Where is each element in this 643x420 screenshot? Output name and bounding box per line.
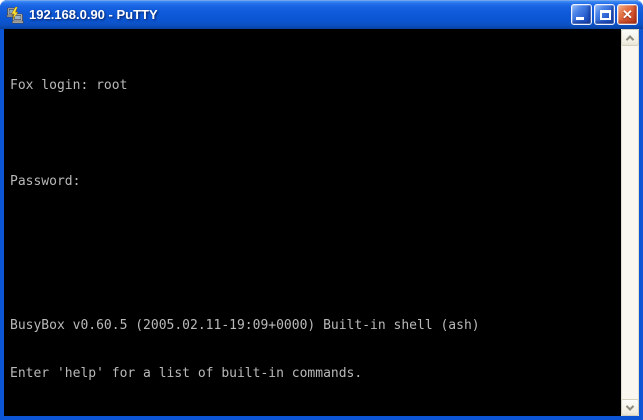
terminal-line: Enter 'help' for a list of built-in comm… xyxy=(10,366,621,382)
terminal-line xyxy=(10,222,621,238)
scroll-up-button[interactable] xyxy=(621,29,639,46)
minimize-icon xyxy=(576,17,584,20)
terminal-screen[interactable]: Fox login: root Password: BusyBox v0.60.… xyxy=(4,29,621,416)
scrollbar-track[interactable] xyxy=(621,46,639,399)
close-icon: ✕ xyxy=(622,8,633,21)
terminal-line xyxy=(10,270,621,286)
close-button[interactable]: ✕ xyxy=(617,4,638,25)
minimize-button[interactable] xyxy=(571,4,592,25)
chevron-down-icon xyxy=(626,402,634,410)
putty-app-icon[interactable] xyxy=(6,6,24,24)
window-title: 192.168.0.90 - PuTTY xyxy=(29,7,569,23)
terminal-line xyxy=(10,126,621,142)
terminal-line: Fox login: root xyxy=(10,78,621,94)
putty-window: 192.168.0.90 - PuTTY ✕ Fox login: root P… xyxy=(0,0,643,420)
chevron-up-icon xyxy=(626,35,634,43)
maximize-button[interactable] xyxy=(594,4,615,25)
scrollbar[interactable] xyxy=(621,29,639,416)
terminal-line: BusyBox v0.60.5 (2005.02.11-19:09+0000) … xyxy=(10,318,621,334)
window-body: Fox login: root Password: BusyBox v0.60.… xyxy=(0,29,643,420)
terminal-line: Password: xyxy=(10,174,621,190)
title-bar[interactable]: 192.168.0.90 - PuTTY ✕ xyxy=(0,0,643,29)
scroll-down-button[interactable] xyxy=(621,399,639,416)
terminal-line xyxy=(10,414,621,416)
scrollbar-thumb[interactable] xyxy=(621,46,639,399)
maximize-icon xyxy=(600,10,611,20)
